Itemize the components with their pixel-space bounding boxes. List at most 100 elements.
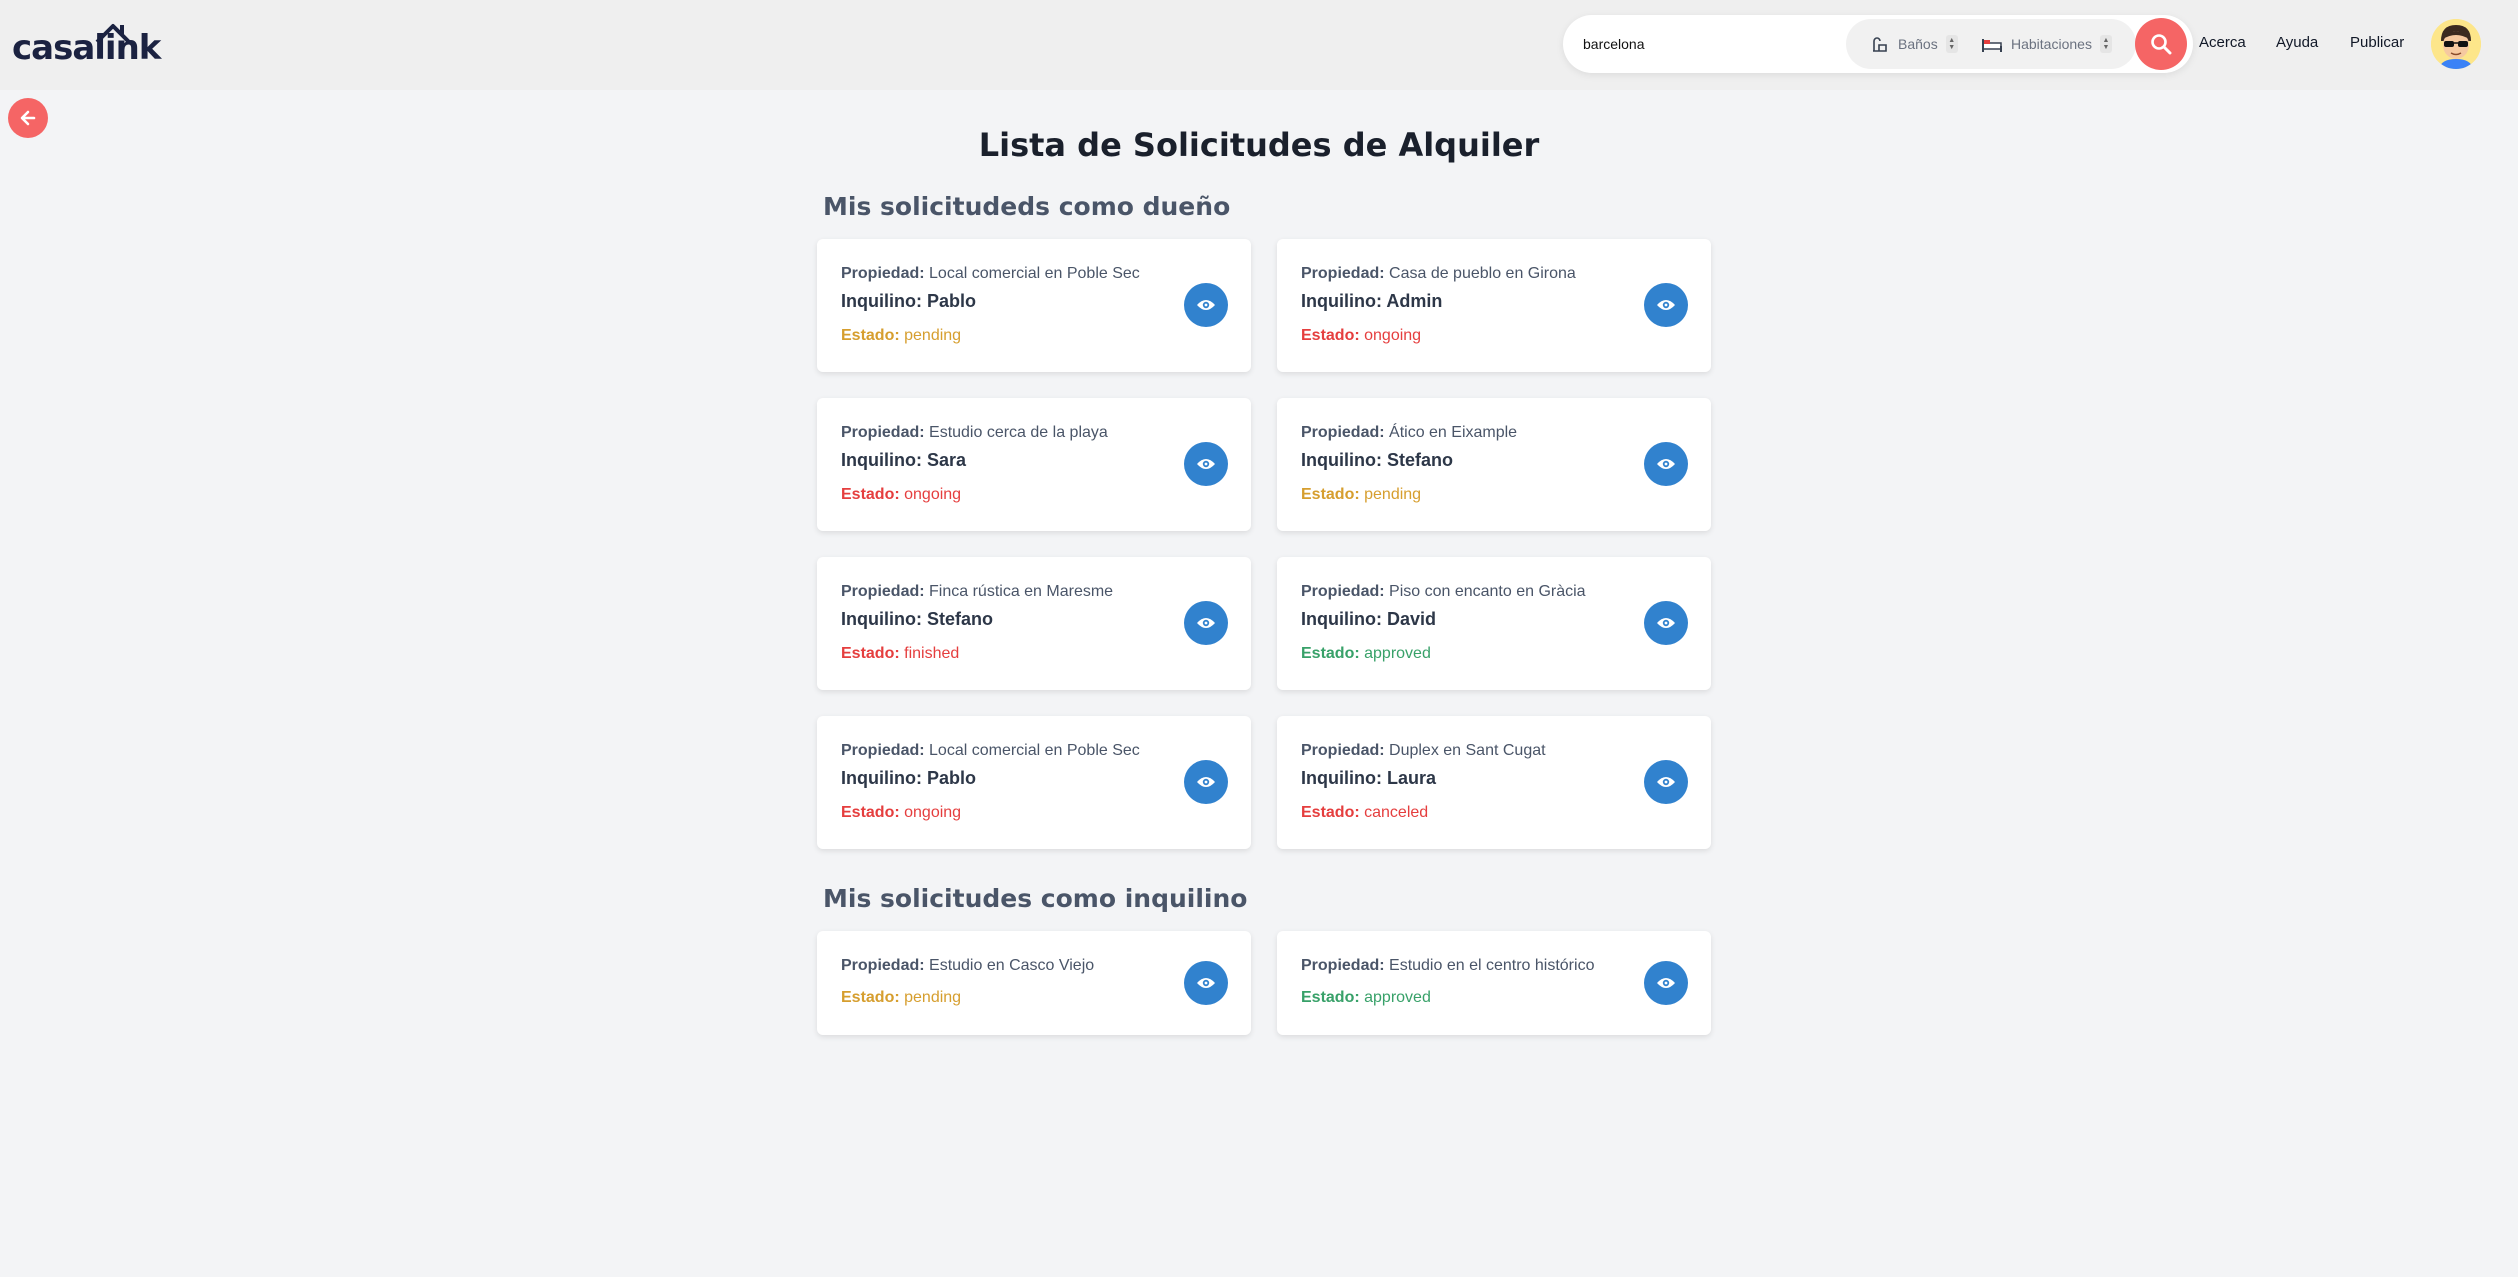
property-label: Propiedad: bbox=[1301, 583, 1385, 600]
view-request-button[interactable] bbox=[1184, 283, 1228, 327]
view-request-button[interactable] bbox=[1184, 442, 1228, 486]
status-value: ongoing bbox=[1364, 327, 1422, 344]
status-label: Estado: bbox=[1301, 327, 1360, 344]
tenant-label: Inquilino: bbox=[1301, 609, 1382, 629]
status-line: Estado: pending bbox=[841, 989, 961, 1007]
view-request-button[interactable] bbox=[1644, 601, 1688, 645]
property-line: Propiedad: Duplex en Sant Cugat bbox=[1301, 742, 1546, 760]
eye-icon bbox=[1657, 300, 1675, 310]
tenant-line: Inquilino: Laura bbox=[1301, 768, 1436, 789]
property-line: Propiedad: Piso con encanto en Gràcia bbox=[1301, 583, 1586, 601]
baths-filter[interactable]: Baños ▲ ▼ bbox=[1870, 32, 1958, 56]
eye-icon bbox=[1657, 459, 1675, 469]
casalink-logo[interactable]: casalink bbox=[12, 22, 161, 68]
status-value: finished bbox=[904, 645, 960, 662]
arrow-left-icon bbox=[20, 110, 36, 126]
tenant-label: Inquilino: bbox=[841, 768, 922, 788]
property-line: Propiedad: Local comercial en Poble Sec bbox=[841, 742, 1140, 760]
property-label: Propiedad: bbox=[1301, 742, 1385, 759]
status-line: Estado: canceled bbox=[1301, 804, 1428, 822]
view-request-button[interactable] bbox=[1644, 283, 1688, 327]
owner-section-title: Mis solicitudeds como dueño bbox=[823, 192, 1231, 221]
eye-icon bbox=[1197, 777, 1215, 787]
page-title: Lista de Solicitudes de Alquiler bbox=[978, 126, 1540, 164]
tenant-label: Inquilino: bbox=[1301, 768, 1382, 788]
rooms-filter[interactable]: Habitaciones ▲ ▼ bbox=[1981, 32, 2112, 56]
search-icon bbox=[2151, 34, 2172, 55]
property-label: Propiedad: bbox=[841, 265, 925, 282]
status-line: Estado: finished bbox=[841, 645, 959, 663]
avatar-face-icon bbox=[2431, 19, 2481, 69]
tenant-value: Admin bbox=[1386, 291, 1443, 311]
view-request-button[interactable] bbox=[1644, 760, 1688, 804]
status-line: Estado: approved bbox=[1301, 645, 1431, 663]
nav-about-link[interactable]: Acerca bbox=[2199, 34, 2246, 51]
property-label: Propiedad: bbox=[1301, 424, 1385, 441]
user-avatar[interactable] bbox=[2431, 19, 2481, 69]
nav-publish-link[interactable]: Publicar bbox=[2350, 34, 2404, 51]
baths-stepper[interactable]: ▲ ▼ bbox=[1945, 35, 1958, 53]
status-label: Estado: bbox=[1301, 989, 1360, 1006]
status-line: Estado: approved bbox=[1301, 989, 1431, 1007]
nav-help-link[interactable]: Ayuda bbox=[2276, 34, 2318, 51]
status-label: Estado: bbox=[841, 645, 900, 662]
tenant-label: Inquilino: bbox=[1301, 450, 1382, 470]
view-request-button[interactable] bbox=[1184, 961, 1228, 1005]
owner-request-card: Propiedad: Local comercial en Poble Sec … bbox=[817, 239, 1251, 372]
property-line: Propiedad: Casa de pueblo en Girona bbox=[1301, 265, 1576, 283]
rooms-filter-label: Habitaciones bbox=[2011, 36, 2092, 52]
property-line: Propiedad: Local comercial en Poble Sec bbox=[841, 265, 1140, 283]
status-value: pending bbox=[904, 327, 962, 344]
status-label: Estado: bbox=[1301, 804, 1360, 821]
search-input[interactable] bbox=[1583, 29, 1833, 59]
property-label: Propiedad: bbox=[1301, 957, 1385, 974]
eye-icon bbox=[1197, 459, 1215, 469]
status-value: canceled bbox=[1364, 804, 1429, 821]
property-line: Propiedad: Estudio en el centro históric… bbox=[1301, 957, 1594, 975]
property-label: Propiedad: bbox=[841, 742, 925, 759]
status-line: Estado: ongoing bbox=[841, 804, 961, 822]
eye-icon bbox=[1197, 978, 1215, 988]
property-label: Propiedad: bbox=[841, 424, 925, 441]
tenant-value: Sara bbox=[927, 450, 967, 470]
view-request-button[interactable] bbox=[1644, 442, 1688, 486]
status-label: Estado: bbox=[841, 989, 900, 1006]
owner-request-card: Propiedad: Casa de pueblo en Girona Inqu… bbox=[1277, 239, 1711, 372]
owner-request-card: Propiedad: Finca rústica en Maresme Inqu… bbox=[817, 557, 1251, 690]
tenant-line: Inquilino: Pablo bbox=[841, 291, 976, 312]
property-value: Local comercial en Poble Sec bbox=[929, 265, 1140, 282]
tenant-label: Inquilino: bbox=[841, 291, 922, 311]
eye-icon bbox=[1657, 978, 1675, 988]
status-value: pending bbox=[1364, 486, 1422, 503]
view-request-button[interactable] bbox=[1184, 601, 1228, 645]
search-button[interactable] bbox=[2135, 18, 2187, 70]
tenant-line: Inquilino: David bbox=[1301, 609, 1436, 630]
search-filters: Baños ▲ ▼ Habitaciones ▲ ▼ bbox=[1846, 19, 2136, 69]
tenant-value: Pablo bbox=[927, 291, 977, 311]
tenant-value: Stefano bbox=[927, 609, 994, 629]
eye-icon bbox=[1657, 777, 1675, 787]
tenant-value: David bbox=[1387, 609, 1437, 629]
rooms-stepper[interactable]: ▲ ▼ bbox=[2099, 35, 2112, 53]
status-label: Estado: bbox=[841, 486, 900, 503]
property-value: Ático en Eixample bbox=[1389, 424, 1518, 441]
house-logo-icon bbox=[95, 24, 131, 44]
owner-request-card: Propiedad: Local comercial en Poble Sec … bbox=[817, 716, 1251, 849]
eye-icon bbox=[1197, 300, 1215, 310]
tenant-line: Inquilino: Stefano bbox=[841, 609, 993, 630]
bed-icon bbox=[1982, 39, 2002, 52]
tenant-request-card: Propiedad: Estudio en el centro históric… bbox=[1277, 931, 1711, 1035]
property-line: Propiedad: Finca rústica en Maresme bbox=[841, 583, 1113, 601]
property-value: Estudio cerca de la playa bbox=[929, 424, 1108, 441]
tenant-line: Inquilino: Stefano bbox=[1301, 450, 1453, 471]
baths-filter-label: Baños bbox=[1898, 36, 1938, 52]
view-request-button[interactable] bbox=[1644, 961, 1688, 1005]
tenant-section-title: Mis solicitudes como inquilino bbox=[823, 884, 1248, 913]
owner-request-card: Propiedad: Ático en Eixample Inquilino: … bbox=[1277, 398, 1711, 531]
status-line: Estado: pending bbox=[841, 327, 961, 345]
status-value: ongoing bbox=[904, 804, 962, 821]
owner-request-card: Propiedad: Estudio cerca de la playa Inq… bbox=[817, 398, 1251, 531]
view-request-button[interactable] bbox=[1184, 760, 1228, 804]
owner-request-card: Propiedad: Piso con encanto en Gràcia In… bbox=[1277, 557, 1711, 690]
property-line: Propiedad: Estudio cerca de la playa bbox=[841, 424, 1108, 442]
